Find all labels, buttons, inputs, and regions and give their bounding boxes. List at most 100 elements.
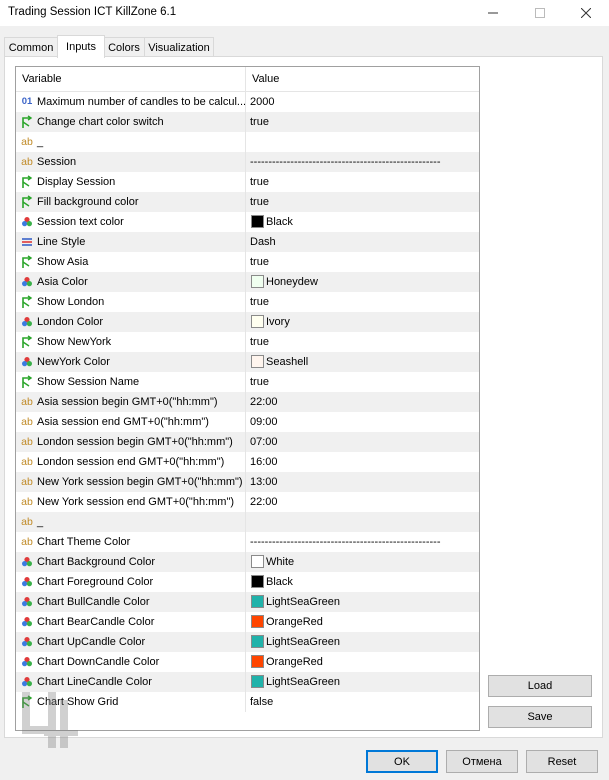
table-row[interactable]: ab Chart Theme Color ---------------------… [16, 532, 479, 552]
table-row[interactable]: ab London session end GMT+0("hh:mm") 16:00 [16, 452, 479, 472]
string-icon: ab [21, 536, 33, 548]
table-row[interactable]: ab Session -------------------------------… [16, 152, 479, 172]
value-cell[interactable]: Ivory [246, 312, 479, 332]
table-row[interactable]: Chart BullCandle Color LightSeaGreen [16, 592, 479, 612]
row-variable: Display Session [37, 176, 116, 188]
value-cell[interactable]: 2000 [246, 92, 479, 112]
table-row[interactable]: Show Session Name true [16, 372, 479, 392]
table-row[interactable]: Chart BearCandle Color OrangeRed [16, 612, 479, 632]
row-value: OrangeRed [266, 616, 323, 628]
grid-header: Variable Value [16, 67, 479, 92]
table-row[interactable]: Fill background color true [16, 192, 479, 212]
value-cell[interactable]: 22:00 [246, 492, 479, 512]
table-row[interactable]: Show NewYork true [16, 332, 479, 352]
value-cell[interactable]: 07:00 [246, 432, 479, 452]
column-header-value[interactable]: Value [246, 67, 279, 91]
value-cell[interactable]: ----------------------------------------… [246, 152, 479, 172]
table-row[interactable]: Chart UpCandle Color LightSeaGreen [16, 632, 479, 652]
table-row[interactable]: ab _ [16, 512, 479, 532]
tab-visualization[interactable]: Visualization [144, 37, 214, 57]
table-row[interactable]: 01 Maximum number of candles to be calcul… [16, 92, 479, 112]
cancel-button[interactable]: Отмена [446, 750, 518, 773]
value-cell[interactable]: Black [246, 572, 479, 592]
variable-cell: Display Session [16, 172, 245, 192]
value-cell[interactable]: OrangeRed [246, 612, 479, 632]
row-value: ----------------------------------------… [250, 536, 441, 548]
tab-inputs[interactable]: Inputs [57, 35, 105, 58]
window-title: Trading Session ICT KillZone 6.1 [8, 6, 177, 18]
row-variable: London session begin GMT+0("hh:mm") [37, 436, 233, 448]
table-row[interactable]: ab New York session begin GMT+0("hh:mm") 1… [16, 472, 479, 492]
variable-cell: Chart Foreground Color [16, 572, 245, 592]
value-cell[interactable]: true [246, 112, 479, 132]
value-cell[interactable]: LightSeaGreen [246, 592, 479, 612]
value-cell[interactable]: true [246, 192, 479, 212]
table-row[interactable]: Line Style Dash [16, 232, 479, 252]
value-cell[interactable]: true [246, 292, 479, 312]
table-row[interactable]: ab London session begin GMT+0("hh:mm") 07:… [16, 432, 479, 452]
value-cell[interactable]: true [246, 372, 479, 392]
table-row[interactable]: ab Asia session end GMT+0("hh:mm") 09:00 [16, 412, 479, 432]
value-cell[interactable]: 09:00 [246, 412, 479, 432]
value-cell[interactable]: 16:00 [246, 452, 479, 472]
color-icon [20, 574, 34, 590]
value-cell[interactable]: Seashell [246, 352, 479, 372]
table-row[interactable]: Chart LineCandle Color LightSeaGreen [16, 672, 479, 692]
value-cell[interactable]: 13:00 [246, 472, 479, 492]
table-row[interactable]: Session text color Black [16, 212, 479, 232]
row-variable: Show London [37, 296, 105, 308]
column-header-variable[interactable]: Variable [16, 67, 62, 91]
save-button[interactable]: Save [488, 706, 592, 728]
value-cell[interactable]: White [246, 552, 479, 572]
row-value: ----------------------------------------… [250, 156, 441, 168]
row-value: false [250, 696, 274, 708]
table-row[interactable]: ab _ [16, 132, 479, 152]
reset-button[interactable]: Reset [526, 750, 598, 773]
value-cell[interactable]: Honeydew [246, 272, 479, 292]
table-row[interactable]: Display Session true [16, 172, 479, 192]
row-variable: Fill background color [37, 196, 139, 208]
table-row[interactable]: Chart DownCandle Color OrangeRed [16, 652, 479, 672]
color-swatch [251, 655, 264, 668]
value-cell[interactable]: ----------------------------------------… [246, 532, 479, 552]
close-icon[interactable] [563, 0, 609, 26]
table-row[interactable]: London Color Ivory [16, 312, 479, 332]
ok-button[interactable]: OK [366, 750, 438, 773]
value-cell[interactable]: true [246, 172, 479, 192]
row-variable: Chart LineCandle Color [37, 676, 152, 688]
value-cell[interactable]: true [246, 252, 479, 272]
value-cell[interactable]: 22:00 [246, 392, 479, 412]
table-row[interactable]: Show London true [16, 292, 479, 312]
value-cell[interactable]: LightSeaGreen [246, 672, 479, 692]
table-row[interactable]: Change chart color switch true [16, 112, 479, 132]
load-button[interactable]: Load [488, 675, 592, 697]
table-row[interactable]: NewYork Color Seashell [16, 352, 479, 372]
tab-common[interactable]: Common [4, 37, 58, 57]
table-row[interactable]: ab Asia session begin GMT+0("hh:mm") 22:00 [16, 392, 479, 412]
value-cell[interactable]: LightSeaGreen [246, 632, 479, 652]
value-cell[interactable] [246, 512, 479, 532]
value-cell[interactable]: true [246, 332, 479, 352]
string-icon: ab [21, 476, 33, 488]
table-row[interactable]: Chart Foreground Color Black [16, 572, 479, 592]
row-value: LightSeaGreen [266, 676, 340, 688]
value-cell[interactable]: false [246, 692, 479, 712]
inputs-grid[interactable]: Variable Value 01 Maximum number of candl… [15, 66, 480, 731]
minimize-icon[interactable] [470, 0, 516, 26]
table-row[interactable]: Show Asia true [16, 252, 479, 272]
table-row[interactable]: Chart Show Grid false [16, 692, 479, 712]
value-cell[interactable] [246, 132, 479, 152]
variable-cell: Fill background color [16, 192, 245, 212]
table-row[interactable]: Asia Color Honeydew [16, 272, 479, 292]
row-variable: Asia Color [37, 276, 88, 288]
integer-icon: 01 [21, 96, 33, 107]
tab-colors[interactable]: Colors [102, 37, 146, 57]
maximize-icon[interactable] [517, 0, 563, 26]
table-row[interactable]: Chart Background Color White [16, 552, 479, 572]
value-cell[interactable]: Dash [246, 232, 479, 252]
value-cell[interactable]: OrangeRed [246, 652, 479, 672]
table-row[interactable]: ab New York session end GMT+0("hh:mm") 22:… [16, 492, 479, 512]
boolean-icon [20, 374, 34, 390]
value-cell[interactable]: Black [246, 212, 479, 232]
color-swatch [251, 555, 264, 568]
